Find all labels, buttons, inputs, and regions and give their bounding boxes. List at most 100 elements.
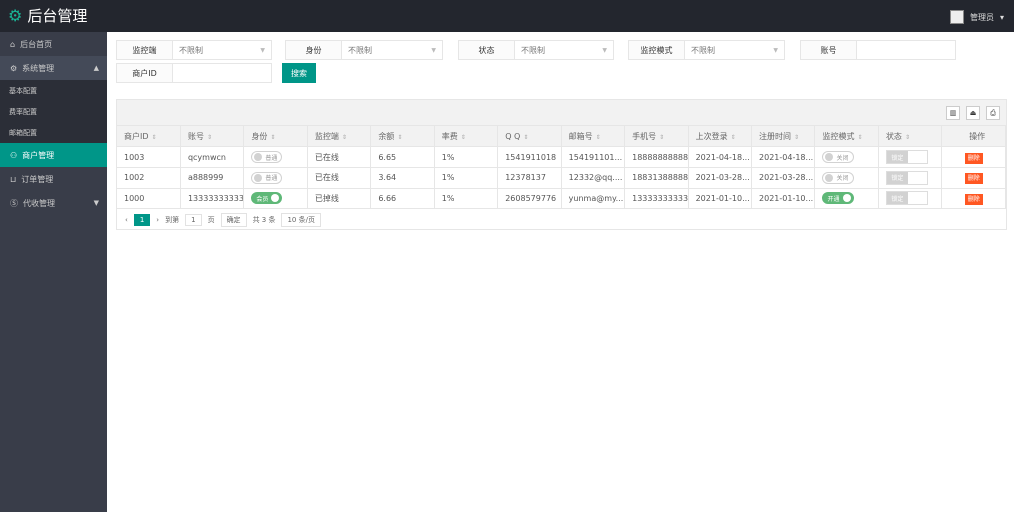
sidebar-item-orders[interactable]: ⊔ 订单管理 [0,167,107,191]
toggle-knob [825,173,834,182]
column-header[interactable]: Q Q ⇕ [497,126,562,148]
role-toggle[interactable]: 普通 [251,171,283,184]
sort-icon[interactable]: ⇕ [461,134,466,141]
user-icon: ⚇ [10,150,18,160]
toggle-knob [254,173,263,182]
user-menu[interactable]: 管理员 ▾ [949,10,1004,24]
column-header[interactable]: 邮箱号 ⇕ [561,126,626,148]
column-header[interactable]: 手机号 ⇕ [624,126,689,148]
print-icon[interactable]: ⎙ [986,106,1000,120]
cell-mode: 关闭 [814,167,879,189]
nav-label: 订单管理 [21,174,54,184]
cell-reg: 2021-04-18... [751,146,816,168]
sidebar-item-collection[interactable]: Ⓢ 代收管理 ▼ [0,191,107,215]
sidebar-item-merchants[interactable]: ⚇ 商户管理 [0,143,107,167]
sidebar-item-home[interactable]: ⌂ 后台首页 [0,32,107,56]
sort-icon[interactable]: ⇕ [207,134,212,141]
role-toggle[interactable]: 普通 [251,151,283,164]
column-header[interactable]: 账号 ⇕ [180,126,245,148]
column-header[interactable]: 监控端 ⇕ [307,126,372,148]
table-row: 1003 qcymwcn 普通 已在线 6.65 1% 1541911018 15419110… [117,146,1006,168]
lock-toggle[interactable]: 锁定 [885,191,928,206]
prev-page-icon[interactable]: ‹ [125,216,128,224]
sidebar-item-system[interactable]: ⚙ 系统管理 ▲ [0,56,107,80]
lock-toggle[interactable]: 锁定 [885,170,928,185]
sidebar-item-rate-config[interactable]: 费率配置 [0,101,107,122]
account-input[interactable] [857,41,955,59]
delete-button[interactable]: 删除 [964,152,983,164]
column-header[interactable]: 商户ID ⇕ [117,126,181,148]
cell-account: a888999 [180,167,245,189]
sort-icon[interactable]: ⇕ [905,134,910,141]
sort-icon[interactable]: ⇕ [152,134,157,141]
user-name: 管理员 [969,12,994,22]
next-page-icon[interactable]: › [156,216,159,224]
page-size-select[interactable]: 10 条/页 [281,212,321,227]
cell-email: yunma@my... [561,188,626,210]
mode-toggle[interactable]: 开通 [822,192,854,205]
confirm-button[interactable]: 确定 [220,212,247,227]
caret-down-icon: ▼ [602,46,607,54]
client-select[interactable]: 不限制 ▼ [173,41,271,59]
toggle-label: 普通 [265,175,278,183]
mode-toggle[interactable]: 关闭 [822,171,854,184]
sort-icon[interactable]: ⇕ [659,134,664,141]
role-select[interactable]: 不限制 ▼ [342,41,442,59]
cell-balance: 6.66 [370,188,435,210]
filter-account: 账号 [800,40,956,60]
nav-label: 费率配置 [9,107,37,116]
columns-filter-icon[interactable]: ▥ [946,106,960,120]
column-header[interactable]: 率费 ⇕ [434,126,499,148]
filter-merchant-id: 商户ID [116,63,272,83]
cell-account: qcymwcn [180,146,245,168]
table-row: 1002 a888999 普通 已在线 3.64 1% 12378137 12332@qq..… [117,167,1006,189]
toggle-label: 普通 [265,154,278,162]
sort-icon[interactable]: ⇕ [596,134,601,141]
select-value: 不限制 [691,45,715,55]
mode-toggle[interactable]: 关闭 [822,151,854,164]
table-row: 1000 13333333333 会员 已掉线 6.66 1% 2608579776 yunm… [117,188,1006,210]
cell-reg: 2021-01-10... [751,188,816,210]
column-header[interactable]: 身份 ⇕ [243,126,308,148]
status-select[interactable]: 不限制 ▼ [515,41,613,59]
sort-icon[interactable]: ⇕ [523,134,528,141]
cell-rate: 1% [434,167,499,189]
mode-select[interactable]: 不限制 ▼ [685,41,784,59]
column-header[interactable]: 状态 ⇕ [878,126,943,148]
column-label: 状态 [885,131,902,141]
column-label: 注册时间 [759,131,792,141]
cart-icon: ⊔ [10,174,17,184]
sort-icon[interactable]: ⇕ [342,134,347,141]
column-header[interactable]: 操作 [941,126,1006,148]
sort-icon[interactable]: ⇕ [270,134,275,141]
column-header[interactable]: 上次登录 ⇕ [688,126,753,148]
delete-button[interactable]: 删除 [964,173,983,185]
merchant-id-input[interactable] [173,64,271,82]
delete-button[interactable]: 删除 [964,193,983,205]
goto-label: 到第 [165,215,180,224]
sidebar-item-email-config[interactable]: 邮箱配置 [0,122,107,143]
lock-toggle[interactable]: 锁定 [885,150,928,165]
avatar [949,10,964,24]
role-toggle[interactable]: 会员 [251,192,283,205]
sort-icon[interactable]: ⇕ [731,134,736,141]
sort-icon[interactable]: ⇕ [857,134,862,141]
filter-label: 监控模式 [629,41,685,59]
column-header[interactable]: 余额 ⇕ [370,126,435,148]
cell-phone: 18831388888 [624,167,689,189]
filter-status: 状态 不限制 ▼ [458,40,614,60]
page-1[interactable]: 1 [133,213,151,226]
page-input[interactable]: 1 [185,213,202,226]
page-unit: 页 [207,215,215,224]
cell-balance: 6.65 [370,146,435,168]
column-label: 监控模式 [822,131,855,141]
export-icon[interactable]: ⏏ [966,106,980,120]
cell-role: 会员 [243,188,308,210]
sidebar-item-basic-config[interactable]: 基本配置 [0,80,107,101]
sort-icon[interactable]: ⇕ [397,134,402,141]
column-header[interactable]: 注册时间 ⇕ [751,126,816,148]
column-header[interactable]: 监控模式 ⇕ [814,126,879,148]
sort-icon[interactable]: ⇕ [794,134,799,141]
search-button[interactable]: 搜索 [282,63,316,83]
filter-client: 监控端 不限制 ▼ [116,40,272,60]
